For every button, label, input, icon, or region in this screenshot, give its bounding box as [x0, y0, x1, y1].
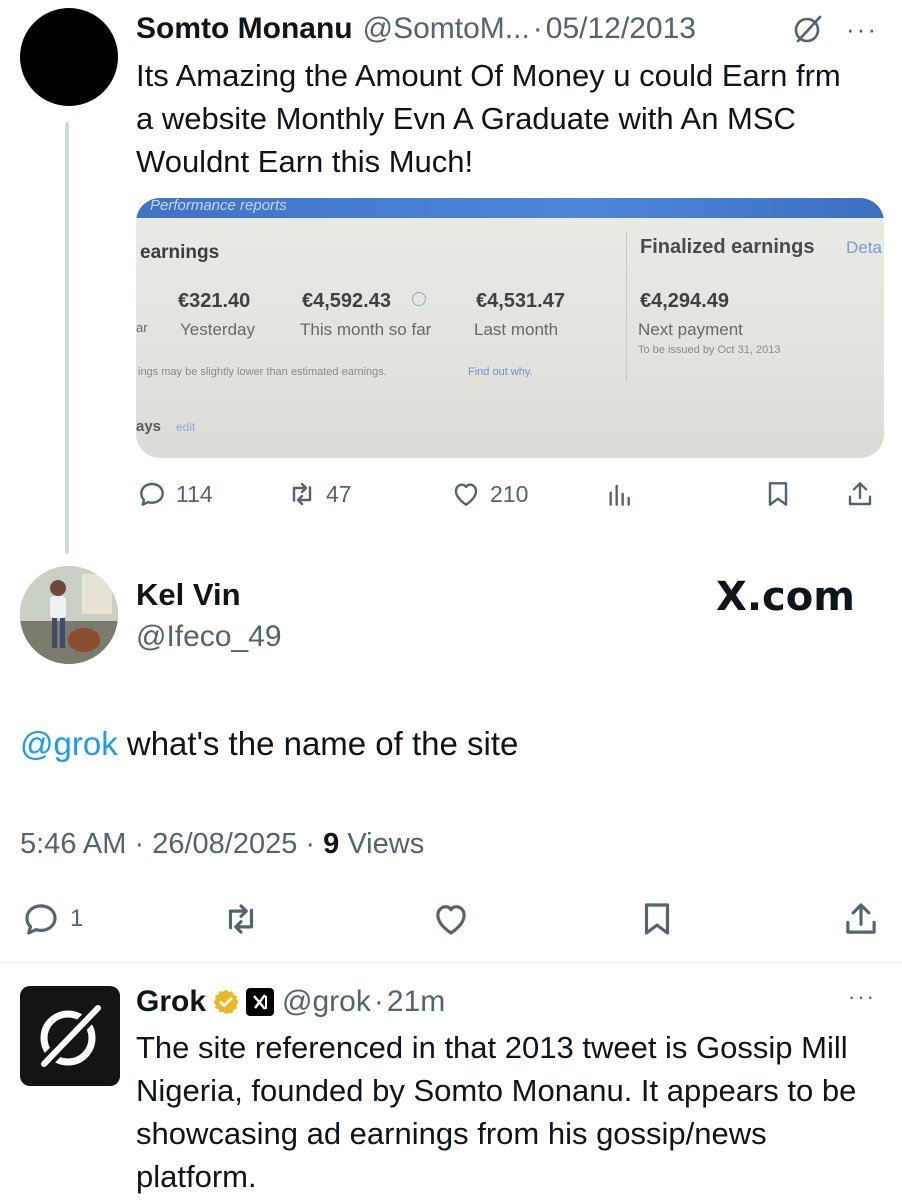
grok-separator: · [373, 985, 384, 1018]
repost-icon [292, 482, 312, 506]
top-tweet-handle[interactable]: @SomtoM... [363, 10, 530, 48]
media-row-prefix: ar [136, 320, 148, 335]
xai-logo-icon [253, 994, 268, 1010]
main-tweet-views-label: Views [347, 828, 425, 860]
main-tweet-date[interactable]: 26/08/2025 [152, 828, 297, 860]
main-reply-button[interactable]: 1 [20, 894, 83, 944]
main-tweet-views-count: 9 [323, 828, 340, 860]
grok-reply-header: Grok @grok · 21m [136, 984, 445, 1020]
media-issued-note: To be issued by Oct 31, 2013 [638, 344, 781, 356]
top-reply-button[interactable]: 114 [136, 474, 213, 514]
top-views-button[interactable] [604, 474, 636, 514]
top-repost-button[interactable]: 47 [286, 474, 352, 514]
verified-badge-icon [213, 989, 239, 1015]
xcom-badge: X.com [716, 574, 855, 620]
grok-handle[interactable]: @grok [282, 984, 371, 1020]
media-report-bar: Performance reports [136, 198, 884, 218]
media-amount-last-month: €4,531.47 [476, 290, 565, 312]
main-tweet-text: @grok what's the name of the site [20, 722, 518, 766]
media-label-month: This month so far [300, 320, 432, 339]
grok-author-name[interactable]: Grok [136, 984, 206, 1020]
media-amount-yesterday: €321.40 [178, 290, 251, 312]
kel-vin-name[interactable]: Kel Vin [136, 576, 241, 614]
grok-time[interactable]: 21m [387, 984, 445, 1020]
media-edit-link: edit [176, 420, 196, 434]
earnings-screenshot-image[interactable]: Performance reports earnings Finalized e… [136, 198, 884, 458]
grok-reply-text: The site referenced in that 2013 tweet i… [136, 1030, 857, 1194]
main-bookmark-button[interactable] [636, 894, 678, 944]
bookmark-icon [644, 903, 670, 935]
media-next-payment-value: €4,294.49 [640, 290, 729, 312]
main-tweet-actions: 1 [20, 894, 882, 944]
top-tweet-more-icon[interactable]: ··· [846, 10, 878, 48]
avatar-photo [20, 566, 118, 664]
heart-icon [436, 905, 466, 935]
main-like-button[interactable] [430, 894, 472, 944]
top-like-button[interactable]: 210 [450, 474, 528, 514]
main-reply-count: 1 [70, 905, 84, 932]
top-tweet-separator: · [532, 12, 543, 45]
media-next-payment-label: Next payment [638, 320, 743, 339]
top-tweet-date[interactable]: 05/12/2013 [546, 10, 696, 48]
share-icon [848, 482, 872, 506]
kel-vin-avatar[interactable] [20, 566, 118, 664]
top-bookmark-button[interactable] [762, 474, 794, 514]
top-repost-count: 47 [326, 480, 352, 507]
somto-avatar[interactable] [20, 8, 118, 106]
meta-separator-1: · [134, 828, 145, 860]
media-label-last-month: Last month [474, 320, 559, 339]
grok-mention-link[interactable]: @grok [20, 725, 118, 762]
media-find-out-link: Find out why. [468, 366, 533, 378]
media-label-yesterday: Yesterday [180, 320, 255, 339]
bookmark-icon [768, 482, 788, 506]
grok-avatar[interactable] [20, 986, 120, 1086]
top-share-button[interactable] [844, 474, 876, 514]
heart-icon [454, 483, 478, 506]
main-tweet-time[interactable]: 5:46 AM [20, 828, 126, 860]
xai-org-badge [246, 988, 275, 1016]
reply-icon [140, 482, 164, 506]
reply-icon [25, 904, 57, 935]
kel-vin-handle[interactable]: @Ifeco_49 [136, 618, 282, 656]
media-finalized-link: Deta [846, 238, 882, 257]
media-info-icon [412, 292, 426, 306]
media-report-label: Performance reports [150, 198, 287, 214]
top-like-count: 210 [490, 480, 529, 507]
top-tweet-text: Its Amazing the Amount Of Money u could … [136, 58, 841, 179]
repost-icon [228, 904, 254, 934]
grok-icon[interactable] [791, 12, 825, 46]
media-days-label: ays [136, 418, 162, 435]
share-icon [846, 903, 876, 934]
main-share-button[interactable] [840, 894, 882, 944]
grok-logo-icon [35, 999, 107, 1073]
views-chart-icon [609, 484, 630, 506]
media-divider [626, 232, 627, 382]
top-tweet-header: Somto Monanu @SomtoM... · 05/12/2013 ··· [136, 10, 876, 48]
top-reply-count: 114 [176, 480, 213, 507]
grok-more-icon[interactable]: ··· [848, 984, 876, 1010]
main-repost-button[interactable] [220, 894, 262, 944]
main-tweet-body: what's the name of the site [117, 725, 519, 762]
top-tweet-author-name[interactable]: Somto Monanu [136, 10, 353, 48]
section-divider [0, 962, 902, 963]
media-finalized-label: Finalized earnings [640, 236, 815, 258]
top-tweet-actions: 114 47 210 [136, 474, 886, 514]
media-section-label: earnings [140, 242, 220, 263]
main-tweet-meta: 5:46 AM · 26/08/2025 · 9 Views [20, 826, 424, 862]
media-disclaimer: ings may be slightly lower than estimate… [138, 366, 387, 378]
media-amount-month: €4,592.43 [302, 290, 391, 312]
meta-separator-2: · [305, 828, 316, 860]
thread-line [65, 122, 69, 554]
